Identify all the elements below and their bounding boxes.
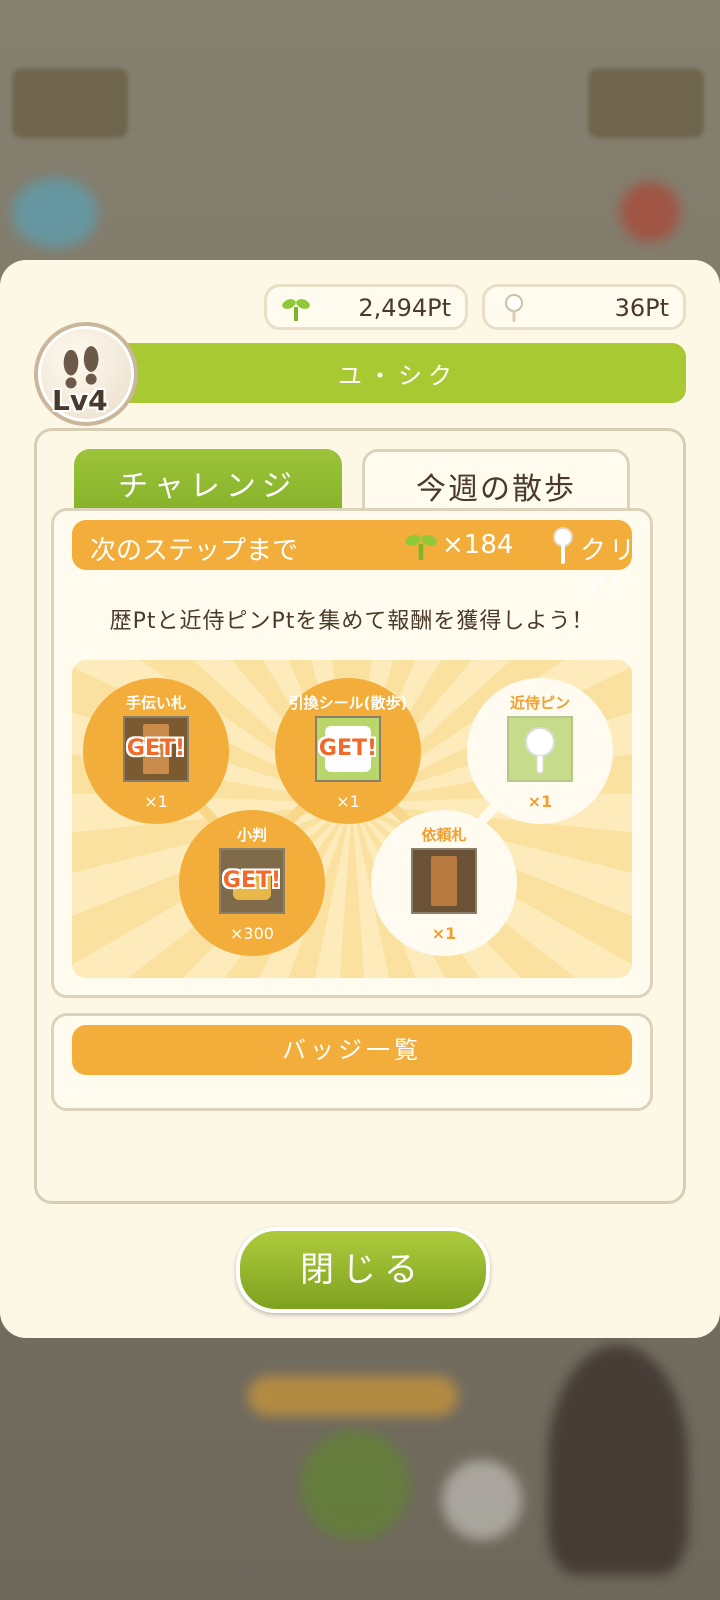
reward-quantity: ×1: [336, 792, 360, 811]
reward-exchange-sticker[interactable]: 引換シール(散歩) GET! ×1: [275, 678, 421, 824]
next-step-clear: クリア！: [580, 536, 639, 603]
background-right-button: [588, 68, 704, 138]
description-text: 歴Ptと近侍ピンPtを集めて報酬を獲得しよう！: [109, 609, 595, 634]
reward-label: 近侍ピン: [509, 694, 570, 712]
koban-item-icon: GET!: [219, 848, 285, 914]
sprout-icon: [405, 534, 437, 560]
reward-quantity: ×300: [230, 924, 274, 943]
background-bar: [248, 1376, 458, 1416]
request-tag-item-icon: [411, 848, 477, 914]
player-name: ユ・シク: [338, 362, 458, 390]
close-button[interactable]: 閉じる: [236, 1227, 490, 1313]
background-icon: [300, 1430, 410, 1540]
get-stamp: GET!: [126, 736, 186, 761]
background-left-button: [12, 68, 128, 138]
player-name-bar: ユ・シク: [110, 343, 686, 403]
level-badge: Lv4: [52, 384, 108, 417]
pin-icon: [553, 527, 573, 564]
pin-icon: [525, 727, 555, 774]
background-icon: [442, 1460, 522, 1540]
pin-icon: [505, 294, 523, 322]
reward-koban[interactable]: 小判 GET! ×300: [179, 810, 325, 956]
background-icon: [620, 182, 680, 242]
pin-points-value: 36Pt: [614, 294, 669, 322]
background-icon: [12, 178, 98, 248]
sprout-icon: [282, 299, 310, 321]
exchange-sticker-item-icon: GET!: [315, 716, 381, 782]
helper-tag-item-icon: GET!: [123, 716, 189, 782]
tab-challenge[interactable]: チャレンジ: [74, 449, 342, 511]
reward-label: 小判: [236, 826, 267, 844]
reward-map: 手伝い札 GET! ×1 引換シール(散歩) GET! ×1 近侍ピン ×1 小…: [72, 660, 632, 978]
reward-helper-tag[interactable]: 手伝い札 GET! ×1: [83, 678, 229, 824]
reward-quantity: ×1: [144, 792, 168, 811]
reward-label: 依頼札: [421, 826, 467, 844]
sprout-points-value: 2,494Pt: [358, 294, 451, 322]
reward-quantity: ×1: [527, 792, 553, 811]
tab-weekly-walk[interactable]: 今週の散歩: [362, 449, 630, 511]
attendant-pin-item-icon: [507, 716, 573, 782]
get-stamp: GET!: [318, 736, 378, 761]
reward-request-tag[interactable]: 依頼札 ×1: [371, 810, 517, 956]
sprout-points-box: 2,494Pt: [264, 284, 468, 330]
reward-label: 手伝い札: [125, 694, 186, 712]
reward-label: 引換シール(散歩): [288, 694, 408, 712]
next-step-bar: 次のステップまで ×184 クリア！: [72, 520, 635, 603]
background-character: [548, 1345, 688, 1575]
get-stamp: GET!: [222, 868, 282, 893]
next-step-amount: ×184: [442, 530, 514, 560]
badge-list-button[interactable]: バッジ一覧: [72, 1025, 632, 1075]
next-step-label: 次のステップまで: [90, 536, 299, 566]
pin-points-box: 36Pt: [482, 284, 686, 330]
reward-attendant-pin[interactable]: 近侍ピン ×1: [467, 678, 613, 824]
reward-quantity: ×1: [431, 924, 457, 943]
